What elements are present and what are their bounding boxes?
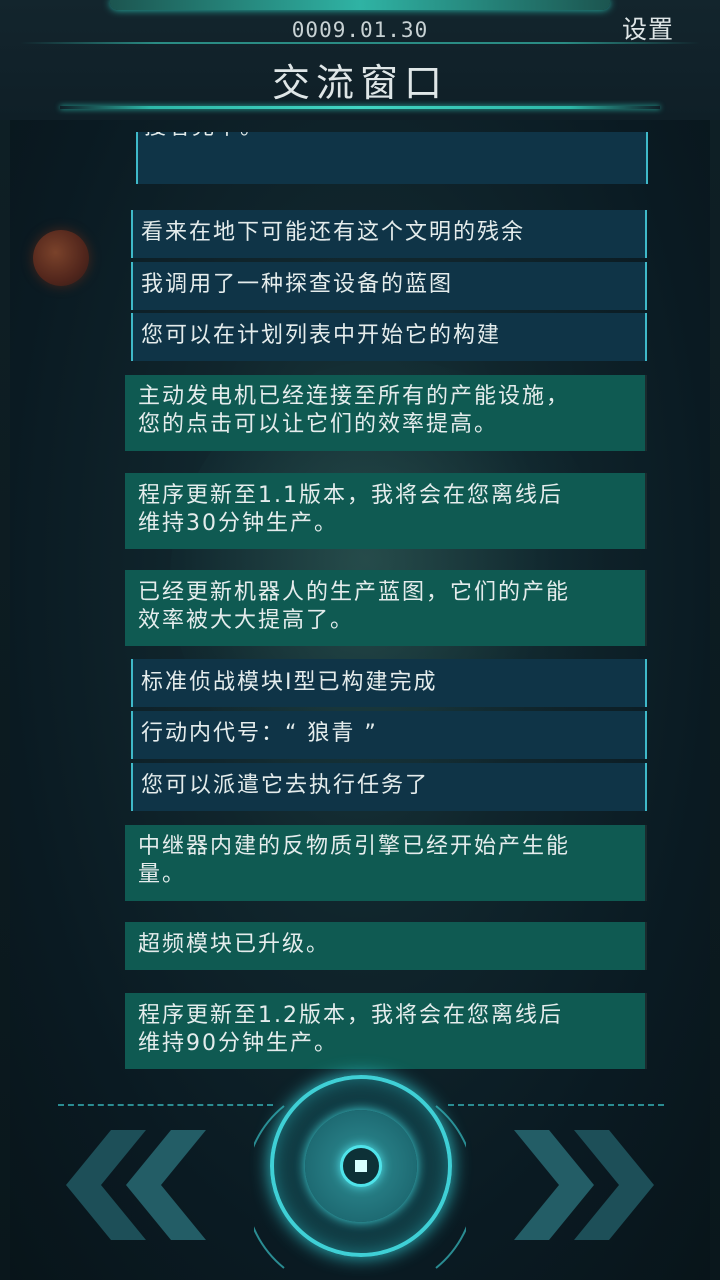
message-line: 主动发电机已经连接至所有的产能设施， bbox=[138, 384, 571, 409]
core-dot bbox=[355, 1160, 367, 1172]
message-line: 程序更新至1.2版本，我将会在您离线后 bbox=[138, 1003, 563, 1028]
message-item: 程序更新至1.1版本，我将会在您离线后 维持30分钟生产。 bbox=[125, 473, 647, 549]
message-item: 看来在地下可能还有这个文明的残余 bbox=[131, 210, 647, 258]
message-line: 搜者完毕。 bbox=[144, 132, 646, 142]
bottom-divider-left bbox=[58, 1104, 273, 1106]
message-item: 程序更新至1.2版本，我将会在您离线后 维持90分钟生产。 bbox=[125, 993, 647, 1069]
message-line: 中继器内建的反物质引擎已经开始产生能 bbox=[138, 834, 571, 859]
double-chevron-right-icon[interactable] bbox=[504, 1130, 654, 1240]
header-glow-bar bbox=[110, 0, 610, 10]
message-item: 您可以在计划列表中开始它的构建 bbox=[131, 313, 647, 361]
message-log[interactable]: 搜者完毕。 看来在地下可能还有这个文明的残余 我调用了一种探查设备的蓝图 您可以… bbox=[0, 132, 720, 1077]
header-divider bbox=[20, 42, 700, 44]
message-item: 我调用了一种探查设备的蓝图 bbox=[131, 262, 647, 310]
message-line: 您可以派遣它去执行任务了 bbox=[141, 773, 430, 798]
message-line: 超频模块已升级。 bbox=[138, 932, 331, 957]
bottom-divider-right bbox=[448, 1104, 664, 1106]
message-line: 看来在地下可能还有这个文明的残余 bbox=[141, 220, 526, 245]
message-item: 已经更新机器人的生产蓝图，它们的产能 效率被大大提高了。 bbox=[125, 570, 647, 646]
message-line: 效率被大大提高了。 bbox=[138, 608, 355, 633]
message-item: 行动内代号：“ 狼青 ” bbox=[131, 711, 647, 759]
message-line: 维持90分钟生产。 bbox=[138, 1031, 338, 1056]
message-line: 程序更新至1.1版本，我将会在您离线后 bbox=[138, 483, 563, 508]
message-item: 您可以派遣它去执行任务了 bbox=[131, 763, 647, 811]
message-line: 维持30分钟生产。 bbox=[138, 511, 338, 536]
settings-button[interactable]: 设置 bbox=[622, 10, 674, 46]
message-item: 超频模块已升级。 bbox=[125, 922, 647, 970]
message-item: 搜者完毕。 bbox=[136, 132, 648, 184]
message-line: 已经更新机器人的生产蓝图，它们的产能 bbox=[138, 580, 571, 605]
message-item: 主动发电机已经连接至所有的产能设施， 您的点击可以让它们的效率提高。 bbox=[125, 375, 647, 451]
game-date: 0009.01.30 bbox=[291, 18, 429, 42]
page-title: 交流窗口 bbox=[271, 61, 448, 105]
message-line: 行动内代号：“ 狼青 ” bbox=[141, 721, 378, 746]
message-item: 中继器内建的反物质引擎已经开始产生能 量。 bbox=[125, 825, 647, 901]
game-screen: 0009.01.30 设置 交流窗口 搜者完毕。 看来在地下可能还有这个文明的残… bbox=[0, 0, 720, 1280]
message-line: 量。 bbox=[138, 862, 187, 887]
message-line: 您的点击可以让它们的效率提高。 bbox=[138, 412, 499, 437]
double-chevron-left-icon[interactable] bbox=[66, 1130, 216, 1240]
message-item: 标准侦战模块I型已构建完成 bbox=[131, 659, 647, 707]
message-line: 我调用了一种探查设备的蓝图 bbox=[141, 272, 454, 297]
message-line: 您可以在计划列表中开始它的构建 bbox=[141, 323, 502, 348]
message-line: 标准侦战模块I型已构建完成 bbox=[141, 670, 438, 695]
title-underline bbox=[60, 106, 660, 109]
